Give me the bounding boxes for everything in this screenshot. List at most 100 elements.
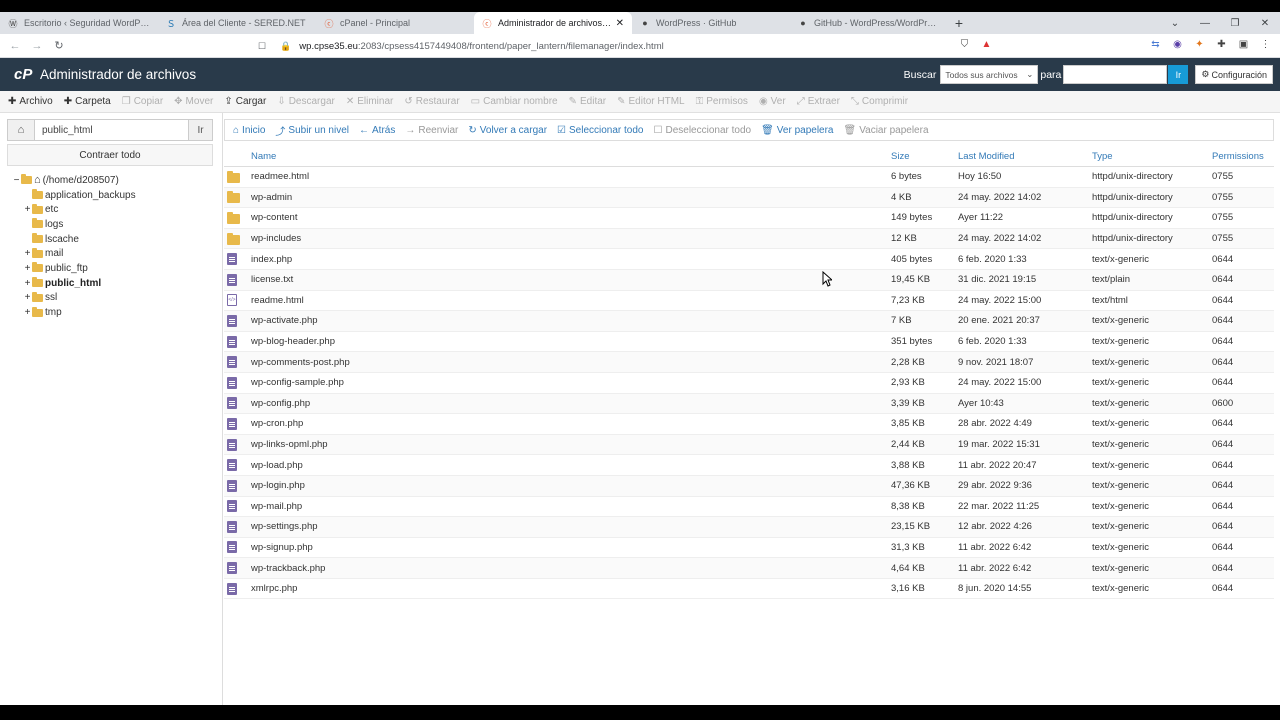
table-row[interactable]: wp-config-sample.php 2,93 KB 24 may. 2022 … bbox=[224, 373, 1274, 394]
minimize-icon[interactable]: — bbox=[1190, 18, 1220, 29]
toolbar-compress-button[interactable]: ⤡ Comprimir bbox=[851, 96, 908, 107]
vpn-icon[interactable]: ◉ bbox=[1171, 38, 1184, 51]
browser-tab[interactable]: ⓒ cPanel - Principal bbox=[316, 12, 474, 34]
search-scope-select[interactable]: Todos sus archivos ⌄ bbox=[940, 65, 1039, 84]
browser-tab[interactable]: ⓒ Administrador de archivos v3 de ✕ bbox=[474, 12, 632, 34]
table-row[interactable]: wp-signup.php 31,3 KB 11 abr. 2022 6:42 tex… bbox=[224, 538, 1274, 559]
expand-icon[interactable]: + bbox=[23, 278, 32, 289]
toolbar-extract-button[interactable]: ⤢ Extraer bbox=[797, 96, 840, 107]
tree-item[interactable]: + public_ftp bbox=[12, 261, 136, 276]
close-tab-icon[interactable]: ✕ bbox=[616, 18, 624, 29]
table-row[interactable]: wp-links-opml.php 2,44 KB 19 mar. 2022 15:… bbox=[224, 434, 1274, 456]
table-row[interactable]: </> readme.html 7,23 KB 24 may. 2022 15:00 t… bbox=[224, 291, 1274, 312]
toolbar-move-button[interactable]: ✥ Mover bbox=[174, 96, 213, 107]
path-input[interactable] bbox=[35, 120, 188, 140]
forward-icon[interactable]: → bbox=[26, 40, 48, 52]
tree-item[interactable]: + ssl bbox=[12, 291, 136, 306]
table-row[interactable]: wp-admin 4 KB 24 may. 2022 14:02 httpd/unix… bbox=[224, 187, 1274, 209]
table-row[interactable]: xmlrpc.php 3,16 KB 8 jun. 2020 14:55 text/x… bbox=[224, 579, 1274, 600]
nav-checkbox-checked-button[interactable]: ☑ Seleccionar todo bbox=[557, 125, 643, 136]
brave-rewards-icon[interactable]: ▲ bbox=[980, 38, 993, 51]
column-last-modified[interactable]: Last Modified bbox=[958, 151, 1092, 162]
puzzle-icon[interactable]: ✚ bbox=[1215, 38, 1228, 51]
table-row[interactable]: wp-content 149 bytes Ayer 11:22 httpd/unix-… bbox=[224, 208, 1274, 229]
nav-arrow-left-button[interactable]: ← Atrás bbox=[359, 125, 395, 136]
browser-tab[interactable]: ● WordPress · GitHub bbox=[632, 12, 790, 34]
nav-home-button[interactable]: ⌂ Inicio bbox=[233, 125, 265, 136]
table-row[interactable]: index.php 405 bytes 6 feb. 2020 1:33 text/x… bbox=[224, 249, 1274, 270]
toolbar-copy-button[interactable]: ❐ Copiar bbox=[122, 96, 163, 107]
column-name[interactable]: Name bbox=[251, 151, 891, 162]
expand-icon[interactable]: + bbox=[23, 292, 32, 303]
table-row[interactable]: wp-comments-post.php 2,28 KB 9 nov. 2021 1… bbox=[224, 352, 1274, 373]
table-row[interactable]: readmee.html 6 bytes Hoy 16:50 httpd/unix-d… bbox=[224, 167, 1274, 188]
home-icon[interactable]: ⌂ bbox=[8, 120, 35, 140]
brave-shield-icon[interactable]: ⛉ bbox=[958, 38, 971, 51]
tree-item[interactable]: + mail bbox=[12, 246, 136, 261]
table-row[interactable]: wp-settings.php 23,15 KB 12 abr. 2022 4:26… bbox=[224, 517, 1274, 538]
toolbar-rename-button[interactable]: ▭ Cambiar nombre bbox=[471, 96, 558, 107]
toolbar-download-button[interactable]: ⇩ Descargar bbox=[277, 96, 335, 107]
expand-icon[interactable]: + bbox=[23, 263, 32, 274]
table-row[interactable]: wp-login.php 47,36 KB 29 abr. 2022 9:36 tex… bbox=[224, 475, 1274, 497]
nav-level-up-button[interactable]: ⤴ Subir un nivel bbox=[275, 123, 349, 138]
nav-checkbox-empty-button[interactable]: ☐ Deseleccionar todo bbox=[654, 125, 752, 136]
collapse-all-button[interactable]: Contraer todo bbox=[7, 144, 213, 166]
table-row[interactable]: wp-trackback.php 4,64 KB 11 abr. 2022 6:42… bbox=[224, 558, 1274, 579]
bookmark-icon[interactable]: ☐ bbox=[258, 41, 266, 52]
toolbar-eye-button[interactable]: ◉ Ver bbox=[759, 96, 786, 107]
settings-button[interactable]: ⚙ Configuración bbox=[1195, 65, 1273, 84]
toolbar-plus-button[interactable]: ✚ Carpeta bbox=[64, 96, 111, 107]
search-input[interactable] bbox=[1063, 65, 1168, 84]
lock-icon[interactable]: 🔒 bbox=[280, 41, 291, 52]
cpanel-logo[interactable]: cP bbox=[14, 66, 34, 83]
browser-tab[interactable]: ● GitHub - WordPress/WordPress: Word bbox=[790, 12, 948, 34]
toolbar-upload-button[interactable]: ⇪ Cargar bbox=[224, 96, 266, 107]
table-row[interactable]: license.txt 19,45 KB 31 dic. 2021 19:15 tex… bbox=[224, 269, 1274, 291]
back-icon[interactable]: ← bbox=[4, 40, 26, 52]
expand-icon[interactable]: + bbox=[23, 204, 32, 215]
nav-refresh-button[interactable]: ↻ Volver a cargar bbox=[468, 125, 547, 136]
toolbar-restore-button[interactable]: ↺ Restaurar bbox=[404, 96, 459, 107]
url-field[interactable]: ☐ 🔒 wp.cpse35.eu :2083/cpsess4157449408/… bbox=[258, 38, 664, 55]
path-go-button[interactable]: Ir bbox=[188, 120, 212, 140]
toolbar-edit-button[interactable]: ✎ Editar bbox=[569, 96, 607, 107]
tree-item[interactable]: + etc bbox=[12, 202, 136, 217]
toolbar-delete-button[interactable]: ✕ Eliminar bbox=[346, 96, 394, 107]
wallet-icon[interactable]: ▣ bbox=[1237, 38, 1250, 51]
column-type[interactable]: Type bbox=[1092, 151, 1212, 162]
close-window-icon[interactable]: ✕ bbox=[1250, 18, 1280, 29]
expand-icon[interactable]: + bbox=[23, 307, 32, 318]
table-row[interactable]: wp-config.php 3,39 KB Ayer 10:43 text/x-gen… bbox=[224, 393, 1274, 415]
tab-search-icon[interactable]: ⌄ bbox=[1160, 18, 1190, 29]
nav-trash-button[interactable]: 🗑 Vaciar papelera bbox=[844, 125, 929, 136]
table-row[interactable]: wp-blog-header.php 351 bytes 6 feb. 2020 1… bbox=[224, 332, 1274, 353]
column-size[interactable]: Size bbox=[891, 151, 958, 162]
reload-icon[interactable]: ↻ bbox=[48, 39, 70, 52]
table-row[interactable]: wp-mail.php 8,38 KB 22 mar. 2022 11:25 text… bbox=[224, 497, 1274, 518]
table-row[interactable]: wp-load.php 3,88 KB 11 abr. 2022 20:47 text… bbox=[224, 455, 1274, 476]
toolbar-plus-button[interactable]: ✚ Archivo bbox=[8, 96, 53, 107]
collapse-icon[interactable]: − bbox=[12, 175, 21, 186]
expand-icon[interactable]: + bbox=[23, 248, 32, 259]
tree-item[interactable]: − ⌂ (/home/d208507) bbox=[12, 173, 136, 188]
tree-item[interactable]: lscache bbox=[12, 232, 136, 247]
column-permissions[interactable]: Permissions bbox=[1212, 151, 1274, 162]
browser-tab[interactable]: Ⓦ Escritorio ‹ Seguridad WordPress — W bbox=[0, 12, 158, 34]
new-tab-button[interactable]: + bbox=[948, 12, 970, 34]
browser-tab[interactable]: Ｓ Área del Cliente - SERED.NET bbox=[158, 12, 316, 34]
tree-item[interactable]: logs bbox=[12, 217, 136, 232]
translate-icon[interactable]: ⇆ bbox=[1149, 38, 1162, 51]
tree-item[interactable]: + tmp bbox=[12, 305, 136, 320]
tree-item[interactable]: + public_html bbox=[12, 276, 136, 291]
menu-icon[interactable]: ⋮ bbox=[1259, 38, 1272, 51]
tree-item[interactable]: application_backups bbox=[12, 188, 136, 203]
table-row[interactable]: wp-cron.php 3,85 KB 28 abr. 2022 4:49 text/… bbox=[224, 414, 1274, 435]
toolbar-html-editor-button[interactable]: ✎ Editor HTML bbox=[617, 96, 685, 107]
search-go-button[interactable]: Ir bbox=[1168, 65, 1189, 84]
restore-icon[interactable]: ❐ bbox=[1220, 18, 1250, 29]
table-row[interactable]: wp-includes 12 KB 24 may. 2022 14:02 httpd/… bbox=[224, 228, 1274, 250]
metamask-icon[interactable]: ✦ bbox=[1193, 38, 1206, 51]
nav-arrow-right-button[interactable]: → Reenviar bbox=[405, 125, 458, 136]
nav-trash-button[interactable]: 🗑 Ver papelera bbox=[761, 125, 833, 136]
